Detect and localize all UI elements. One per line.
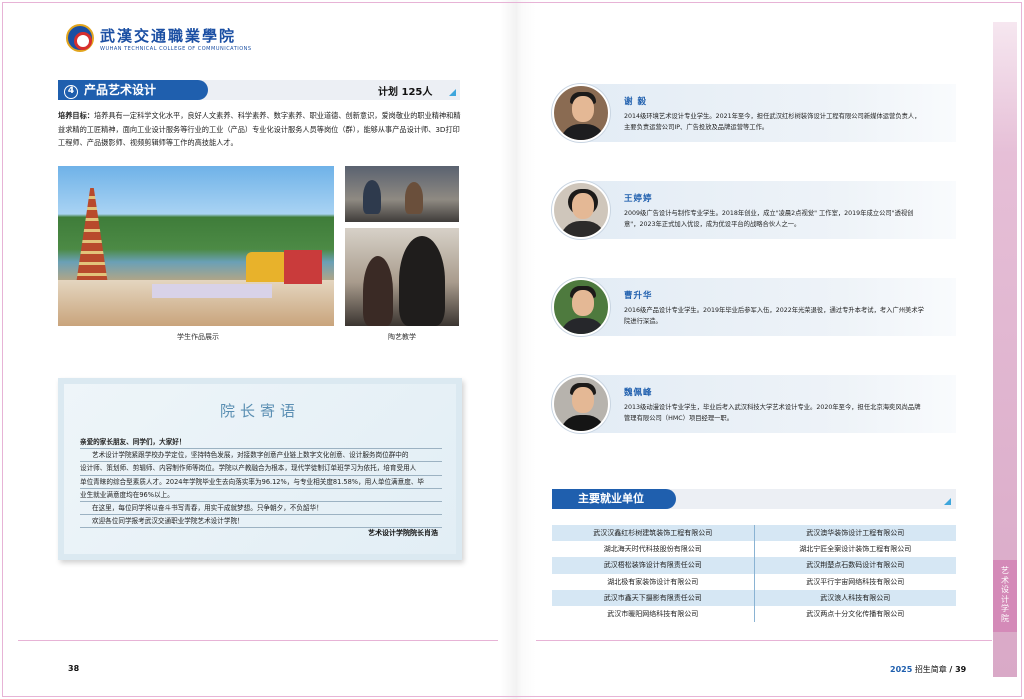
- alumni-card: 曹升华 2016级产品设计专业学生。2019年毕业后参军入伍，2022年光荣退役…: [552, 278, 957, 336]
- table-row: 武汉梧松装饰设计有限责任公司 武汉荆楚点石数码设计有限公司: [552, 557, 956, 574]
- employer-cell: 武汉市暖阳网络科技有限公司: [552, 605, 755, 623]
- brochure-year: 2025: [890, 665, 913, 674]
- model-piece: [284, 250, 322, 284]
- section-title-text: 产品艺术设计: [84, 83, 157, 97]
- employer-cell: 武汉汉鑫红杉树建筑装饰工程有限公司: [552, 525, 755, 542]
- dean-line: 单位青睐的综合型素质人才。2024年学院毕业生去向落实率为96.12%，与专业相…: [80, 476, 442, 489]
- dean-line: 在这里，每位同学将以奋斗书写青春，用实干成就梦想。只争朝夕，不负韶华！: [80, 502, 442, 516]
- alumni-description: 2013级动漫设计专业学生，毕业后考入武汉科技大学艺术设计专业。2020年至今，…: [624, 404, 921, 423]
- dean-message-title: 院长寄语: [219, 402, 300, 420]
- employer-cell: 湖北极有家装饰设计有限公司: [552, 573, 755, 590]
- dean-line: 业生就业满意度均在96%以上。: [80, 489, 442, 503]
- student-works-photo: [58, 166, 334, 326]
- enrollment-plan: 计划 125人: [378, 87, 433, 98]
- college-logo: 武漢交通職業學院 WUHAN TECHNICAL COLLEGE OF COMM…: [66, 24, 252, 52]
- alumni-description: 2014级环境艺术设计专业学生。2021年至今，担任武汉红杉树装饰设计工程有限公…: [624, 113, 921, 132]
- employer-cell: 武汉两点十分文化传播有限公司: [806, 610, 905, 619]
- right-page-number: / 39: [949, 665, 967, 674]
- table-row: 湖北极有家装饰设计有限公司 武汉平行宇宙网络科技有限公司: [552, 573, 956, 590]
- photo-caption-right: 陶艺教学: [388, 333, 416, 341]
- alumni-card: 魏佩峰 2013级动漫设计专业学生，毕业后考入武汉科技大学艺术设计专业。2020…: [552, 375, 957, 433]
- employer-cell: 武汉澳华装饰设计工程有限公司: [754, 525, 956, 542]
- employer-cell: 湖北宁匠全案设计装饰工程有限公司: [799, 545, 912, 554]
- dean-signature: 艺术设计学院院长肖浩: [368, 529, 438, 537]
- employers-table: 武汉汉鑫红杉树建筑装饰工程有限公司 武汉澳华装饰设计工程有限公司 湖北海天时代科…: [552, 525, 956, 623]
- logo-english-name: WUHAN TECHNICAL COLLEGE OF COMMUNICATION…: [100, 45, 252, 52]
- right-page-footer: 2025 招生简章 / 39: [890, 664, 966, 675]
- photo-caption-left: 学生作品展示: [177, 333, 219, 341]
- goal-label: 培养目标：: [58, 111, 94, 120]
- side-tab-char: 设: [1001, 585, 1009, 594]
- alumni-name: 谢 毅: [624, 97, 647, 107]
- brochure-label: 招生简章: [914, 665, 947, 674]
- table-row: 湖北海天时代科技股份有限公司 湖北宁匠全案设计装饰工程有限公司: [552, 541, 956, 558]
- center-fold: [500, 0, 536, 699]
- person-figure: [363, 256, 393, 326]
- employer-cell: 武汉市鑫天下摄影有限责任公司: [552, 589, 755, 606]
- classroom-photo: [345, 166, 459, 222]
- dean-message-text: 亲爱的家长朋友、同学们，大家好！ 艺术设计学院紧跟学校办学定位，坚持特色发展，对…: [80, 436, 442, 529]
- logo-chinese-name: 武漢交通職業學院: [100, 26, 237, 45]
- alumni-name: 曹升华: [624, 291, 653, 301]
- table-row: 武汉市暖阳网络科技有限公司 武汉两点十分文化传播有限公司: [552, 605, 956, 623]
- table-row: 武汉汉鑫红杉树建筑装饰工程有限公司 武汉澳华装饰设计工程有限公司: [552, 525, 956, 542]
- person-figure: [363, 180, 381, 214]
- alumni-name: 王婷婷: [624, 194, 653, 204]
- side-tab-char: 艺: [1001, 566, 1009, 575]
- person-figure: [405, 182, 423, 214]
- employer-cell: 武汉梧松装饰设计有限责任公司: [552, 557, 755, 574]
- alumni-description: 2009级广告设计与制作专业学生。2018年创业，成立"凌晨2点视觉" 工作室，…: [624, 210, 914, 229]
- dean-greeting: 亲爱的家长朋友、同学们，大家好！: [80, 436, 442, 450]
- goal-text: 培养具有一定科学文化水平，良好人文素养、科学素养、数字素养、职业道德、创新意识，…: [58, 111, 461, 147]
- dean-line: 艺术设计学院紧跟学校办学定位，坚持特色发展，对接数字创意产业链上数字文化创意、设…: [80, 449, 442, 463]
- dean-line: 设计师、策划师、剪辑师、内容制作师等岗位。学院以产教融合为根本，现代学徒制订单班…: [80, 462, 442, 476]
- side-tab-char: 术: [1001, 575, 1009, 585]
- alumni-avatar: [552, 278, 610, 336]
- alumni-card: 王婷婷 2009级广告设计与制作专业学生。2018年创业，成立"凌晨2点视觉" …: [552, 181, 957, 239]
- side-tab-char: 院: [1001, 613, 1009, 623]
- brochure-spread: 武漢交通職業學院 WUHAN TECHNICAL COLLEGE OF COMM…: [0, 0, 1024, 699]
- dean-line: 欢迎各位同学报考武汉交通职业学院艺术设计学院！: [80, 515, 442, 529]
- side-section-tab: 艺 术 设 计 学 院: [993, 560, 1017, 632]
- page-divider-line: [18, 640, 498, 641]
- employer-cell: 武汉平行宇宙网络科技有限公司: [806, 577, 905, 586]
- side-tab-char: 计: [1001, 594, 1009, 604]
- employer-cell: 武汉浪人科技有限公司: [754, 589, 956, 606]
- employers-title: 主要就业单位: [552, 489, 676, 509]
- training-goal: 培养目标：培养具有一定科学文化水平，良好人文素养、科学素养、数字素养、职业道德、…: [58, 109, 462, 150]
- corner-triangle-icon: [944, 498, 951, 505]
- alumni-avatar: [552, 375, 610, 433]
- alumni-card: 谢 毅 2014级环境艺术设计专业学生。2021年至今，担任武汉红杉树装饰设计工…: [552, 84, 957, 142]
- employer-cell: 武汉荆楚点石数码设计有限公司: [754, 557, 956, 574]
- page-divider-line: [536, 640, 992, 641]
- alumni-avatar: [552, 84, 610, 142]
- person-figure: [399, 236, 445, 326]
- alumni-name: 魏佩峰: [624, 388, 653, 398]
- left-page-number: 38: [68, 664, 80, 673]
- dean-message-box: 院长寄语 亲爱的家长朋友、同学们，大家好！ 艺术设计学院紧跟学校办学定位，坚持特…: [58, 378, 462, 560]
- section-number: 4: [64, 85, 78, 99]
- model-piece: [152, 284, 272, 298]
- side-tab-char: 学: [1001, 604, 1009, 613]
- alumni-description: 2016级产品设计专业学生。2019年毕业后参军入伍，2022年光荣退役，通过专…: [624, 307, 924, 326]
- pottery-teaching-photo: [345, 228, 459, 326]
- table-row: 武汉市鑫天下摄影有限责任公司 武汉浪人科技有限公司: [552, 589, 956, 606]
- college-emblem-icon: [66, 24, 94, 52]
- corner-triangle-icon: [449, 89, 456, 96]
- employer-cell: 湖北海天时代科技股份有限公司: [552, 541, 755, 558]
- alumni-avatar: [552, 181, 610, 239]
- section-title: 4 产品艺术设计: [58, 80, 208, 100]
